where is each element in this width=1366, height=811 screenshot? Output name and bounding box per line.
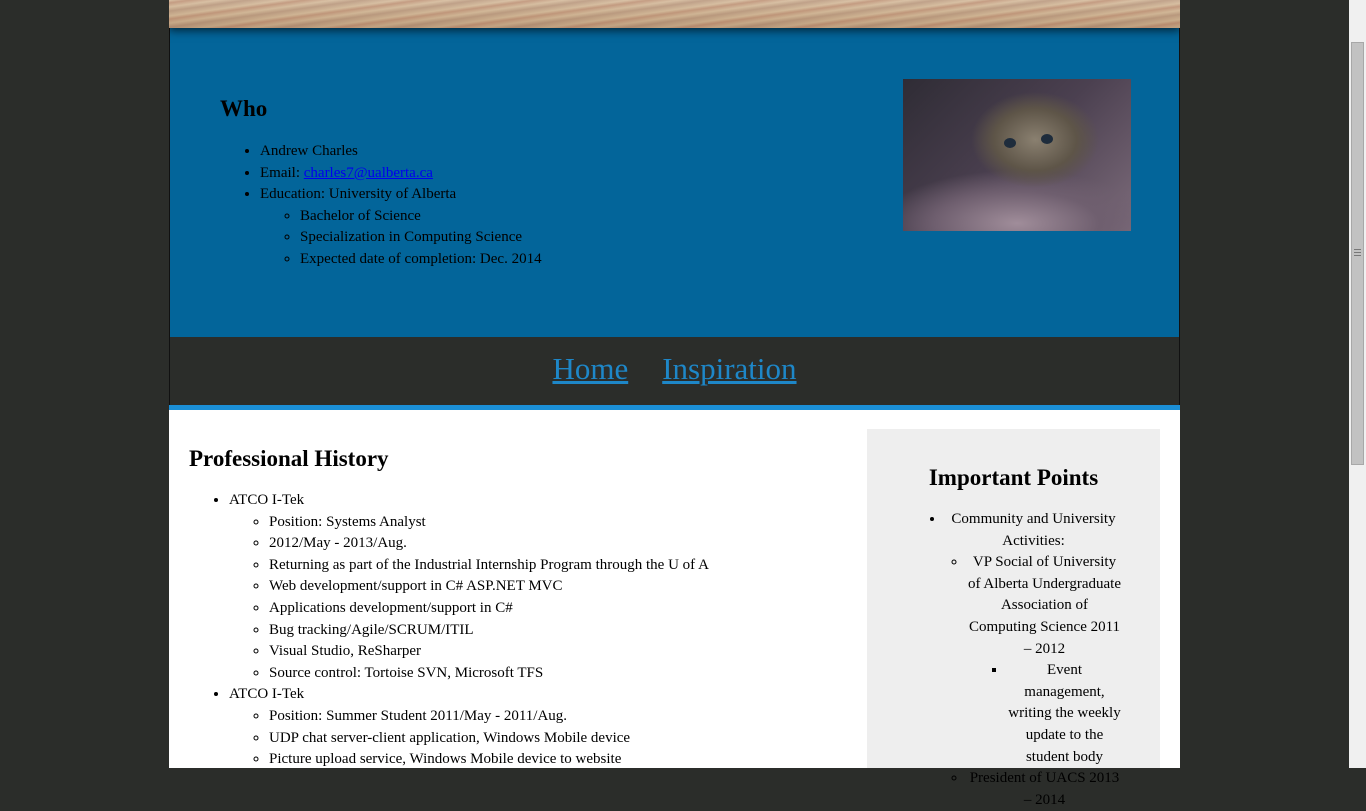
important-point-label: Community and University Activities:: [951, 511, 1116, 549]
important-points-list: Community and University Activities: VP …: [867, 509, 1122, 811]
job-detail: Bug tracking/Agile/SCRUM/ITIL: [269, 620, 709, 642]
job-detail: Position: Systems Analyst: [269, 512, 709, 534]
education-item: Bachelor of Science: [300, 206, 542, 228]
kitten-eye-left: [1004, 138, 1016, 148]
education-item: Expected date of completion: Dec. 2014: [300, 249, 542, 271]
job-detail: Picture upload service, Windows Mobile d…: [269, 749, 709, 768]
who-email: Email: charles7@ualberta.ca: [260, 163, 542, 185]
activity-detail-list: Event management, writing the weekly upd…: [967, 660, 1122, 768]
job-detail: Position: Summer Student 2011/May - 2011…: [269, 706, 709, 728]
scrollbar-grip-icon: [1354, 249, 1361, 258]
job-item: ATCO I-Tek Position: Summer Student 2011…: [229, 684, 709, 768]
email-label: Email:: [260, 164, 304, 181]
education-item: Specialization in Computing Science: [300, 227, 542, 249]
job-list: ATCO I-Tek Position: Systems Analyst 201…: [189, 490, 709, 768]
email-link[interactable]: charles7@ualberta.ca: [304, 165, 433, 181]
job-company: ATCO I-Tek: [229, 492, 305, 508]
professional-history-heading: Professional History: [189, 446, 389, 471]
activity-label: VP Social of University of Alberta Under…: [968, 554, 1121, 657]
important-point-item: Community and University Activities: VP …: [945, 509, 1122, 811]
activity-item: President of UACS 2013 – 2014: [967, 768, 1122, 811]
who-list: Andrew Charles Email: charles7@ualberta.…: [220, 141, 542, 271]
job-detail: Returning as part of the Industrial Inte…: [269, 555, 709, 577]
job-details: Position: Systems Analyst 2012/May - 201…: [229, 512, 709, 685]
nav-link-home[interactable]: Home: [552, 351, 628, 386]
who-heading: Who: [220, 96, 268, 121]
nav-link-inspiration[interactable]: Inspiration: [662, 351, 796, 386]
kitten-eye-right: [1041, 134, 1053, 144]
who-section: Who Andrew Charles Email: charles7@ualbe…: [169, 28, 1180, 337]
wood-header-banner: [169, 0, 1180, 28]
job-detail: UDP chat server-client application, Wind…: [269, 728, 709, 750]
job-company: ATCO I-Tek: [229, 686, 305, 703]
job-item: ATCO I-Tek Position: Systems Analyst 201…: [229, 490, 709, 684]
activity-list: VP Social of University of Alberta Under…: [945, 552, 1122, 811]
who-education: Education: University of Alberta Bachelo…: [260, 184, 542, 270]
who-name: Andrew Charles: [260, 141, 542, 163]
important-points-sidebar: Important Points Community and Universit…: [867, 429, 1160, 808]
job-detail: Applications development/support in C#: [269, 598, 709, 620]
education-list: Bachelor of Science Specialization in Co…: [260, 206, 542, 271]
important-points-heading: Important Points: [928, 465, 1099, 490]
job-detail: Visual Studio, ReSharper: [269, 641, 709, 663]
job-detail: Web development/support in C# ASP.NET MV…: [269, 576, 709, 598]
main-nav: Home Inspiration: [169, 337, 1180, 405]
education-label: Education: University of Alberta: [260, 186, 457, 203]
job-detail: Source control: Tortoise SVN, Microsoft …: [269, 663, 709, 685]
job-detail: 2012/May - 2013/Aug.: [269, 533, 709, 555]
kitten-photo: [903, 79, 1131, 231]
job-details: Position: Summer Student 2011/May - 2011…: [229, 706, 709, 768]
activity-item: VP Social of University of Alberta Under…: [967, 552, 1122, 768]
activity-detail: Event management, writing the weekly upd…: [1007, 660, 1122, 768]
